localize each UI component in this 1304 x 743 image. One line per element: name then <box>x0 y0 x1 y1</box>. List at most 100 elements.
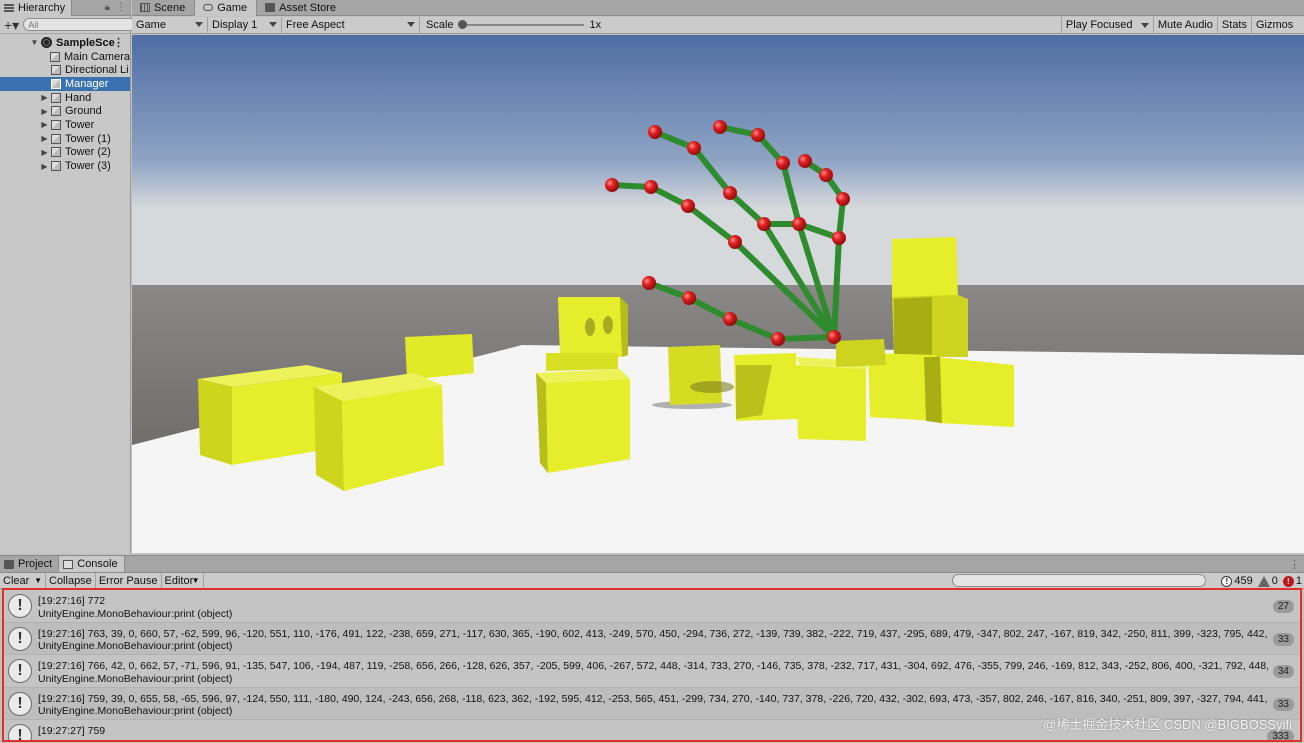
hierarchy-item[interactable]: Manager <box>0 77 130 91</box>
hierarchy-item[interactable]: ▶ Tower (3) <box>0 159 130 173</box>
hierarchy-item[interactable]: Main Camera <box>0 50 130 64</box>
tab-console-label: Console <box>77 558 118 570</box>
gameobject-cube-icon <box>49 51 60 62</box>
clear-button[interactable]: Clear ▼ <box>0 572 46 589</box>
tab-game-label: Game <box>217 1 248 14</box>
info-icon: ! <box>8 724 32 740</box>
stats-label: Stats <box>1221 19 1247 31</box>
info-count: 459 <box>1234 575 1253 587</box>
log-counts: ! 459 0 ! 1 <box>1221 573 1302 589</box>
error-icon: ! <box>1282 575 1294 587</box>
tab-asset-store[interactable]: Asset Store <box>257 0 345 16</box>
hierarchy-item[interactable]: ▶ Ground <box>0 104 130 118</box>
expand-arrow-icon[interactable]: ▶ <box>40 162 49 171</box>
add-object-button[interactable]: +▾ <box>4 18 19 32</box>
log-count-badge: 27 <box>1272 600 1294 613</box>
gamepad-icon <box>203 4 214 11</box>
expand-arrow-icon[interactable]: ▶ <box>40 148 49 157</box>
unity-scene-icon <box>41 37 52 49</box>
more-options-icon[interactable]: ⋮ <box>1289 558 1300 571</box>
tab-scene[interactable]: Scene <box>132 0 194 16</box>
stats-button[interactable]: Stats <box>1216 16 1251 34</box>
cube-left-front <box>198 379 232 465</box>
hierarchy-toolbar: +▾ <box>0 16 153 34</box>
lock-icon[interactable]: 🔒︎ <box>105 2 110 13</box>
cube-right-mid-shade <box>894 297 932 357</box>
editor-dropdown[interactable]: Editor ▼ <box>162 572 204 589</box>
hierarchy-item[interactable]: ▶ Hand <box>0 91 130 105</box>
hierarchy-search-input[interactable] <box>23 18 147 31</box>
tab-game[interactable]: Game <box>194 0 258 16</box>
hierarchy-item-label: Tower <box>65 118 95 131</box>
cube-small-back <box>836 339 886 367</box>
warning-count-toggle[interactable]: 0 <box>1257 575 1278 587</box>
tab-scene-label: Scene <box>154 1 186 14</box>
log-message: [19:27:16] 763, 39, 0, 660, 57, -62, 599… <box>38 627 1268 640</box>
play-focused-dropdown[interactable]: Play Focused <box>1060 16 1153 34</box>
view-tabbar: Scene Game Asset Store <box>132 0 1304 16</box>
game-mode-value: Game <box>136 19 166 31</box>
hierarchy-item-label: Tower (3) <box>65 160 111 173</box>
log-entry[interactable]: ! [19:27:16] 766, 42, 0, 662, 57, -71, 59… <box>4 655 1300 688</box>
cube-stack-base <box>546 353 618 371</box>
log-message: [19:27:16] 766, 42, 0, 662, 57, -71, 596… <box>38 660 1270 672</box>
log-text: [19:27:16] 759, 39, 0, 655, 58, -65, 596… <box>38 688 1288 718</box>
hand-shadow-3 <box>603 316 613 334</box>
tab-console[interactable]: Console <box>58 556 125 572</box>
chevron-down-icon: ▼ <box>191 576 200 585</box>
display-dropdown[interactable]: Display 1 <box>208 16 282 34</box>
scene-root-row[interactable]: ▼ SampleSce ⋮ <box>0 36 130 50</box>
cube-far-left <box>405 334 474 380</box>
chevron-down-icon <box>407 21 415 27</box>
expand-arrow-icon[interactable]: ▶ <box>40 134 49 143</box>
log-text: [19:27:16] 763, 39, 0, 660, 57, -62, 599… <box>38 623 1288 653</box>
console-icon <box>63 559 74 569</box>
collapse-toggle[interactable]: Collapse <box>46 572 96 589</box>
play-focused-label: Play Focused <box>1065 19 1133 31</box>
gameobject-cube-icon <box>51 106 61 117</box>
log-entry[interactable]: ! [19:27:16] 772 UnityEngine.MonoBehaviour… <box>4 590 1300 623</box>
gizmos-dropdown[interactable]: Gizmos <box>1251 16 1304 34</box>
hierarchy-item[interactable]: Directional Li <box>0 63 130 77</box>
error-pause-toggle[interactable]: Error Pause <box>96 572 162 589</box>
error-count-toggle[interactable]: ! 1 <box>1282 575 1302 587</box>
mute-audio-label: Mute Audio <box>1157 19 1213 31</box>
info-icon: ! <box>8 626 32 651</box>
scale-slider[interactable] <box>457 20 584 29</box>
log-entry[interactable]: ! [19:27:16] 763, 39, 0, 660, 57, -62, 59… <box>4 622 1300 655</box>
log-text: [19:27:16] 766, 42, 0, 662, 57, -71, 596… <box>38 655 1288 685</box>
tab-project[interactable]: Project <box>0 556 58 572</box>
folder-icon <box>4 559 14 569</box>
expand-arrow-icon[interactable]: ▶ <box>40 93 49 102</box>
more-options-icon[interactable]: ⋮ <box>116 2 126 13</box>
expand-arrow-icon[interactable]: ▶ <box>40 107 49 116</box>
tab-hierarchy-label: Hierarchy <box>18 1 66 14</box>
chevron-down-icon[interactable]: ▼ <box>34 576 42 585</box>
gameobject-cube-icon <box>51 119 61 130</box>
hierarchy-item[interactable]: ▶ Tower (2) <box>0 146 130 160</box>
cube-right-bottom-2 <box>936 357 1014 427</box>
hierarchy-item[interactable]: ▶ Tower <box>0 118 130 132</box>
aspect-dropdown[interactable]: Free Aspect <box>282 16 420 34</box>
hierarchy-item[interactable]: ▶ Tower (1) <box>0 132 130 146</box>
display-value: Display 1 <box>212 19 258 31</box>
game-mode-dropdown[interactable]: Game <box>132 16 208 34</box>
gameobject-cube-icon <box>51 133 61 144</box>
hand-shadow <box>690 381 734 393</box>
expand-arrow-icon[interactable]: ▼ <box>30 38 39 47</box>
scale-control: Scale 1x <box>420 17 601 34</box>
console-search-input[interactable] <box>952 574 1206 587</box>
info-icon: ! <box>8 659 32 683</box>
tab-hierarchy[interactable]: Hierarchy <box>0 0 73 16</box>
info-count-toggle[interactable]: ! 459 <box>1221 575 1253 587</box>
scene-menu-icon[interactable]: ⋮ <box>113 36 124 49</box>
hierarchy-item-label: Manager <box>65 77 109 90</box>
scale-slider-thumb[interactable] <box>457 20 467 29</box>
hierarchy-item-label: Ground <box>65 105 102 118</box>
expand-arrow-icon[interactable]: ▶ <box>40 120 49 129</box>
log-count-badge: 33 <box>1272 697 1294 711</box>
game-viewport[interactable] <box>132 35 1304 553</box>
mute-audio-button[interactable]: Mute Audio <box>1152 16 1217 34</box>
hierarchy-item-label: Tower (2) <box>65 146 111 159</box>
hand-shadow-2 <box>585 318 595 336</box>
